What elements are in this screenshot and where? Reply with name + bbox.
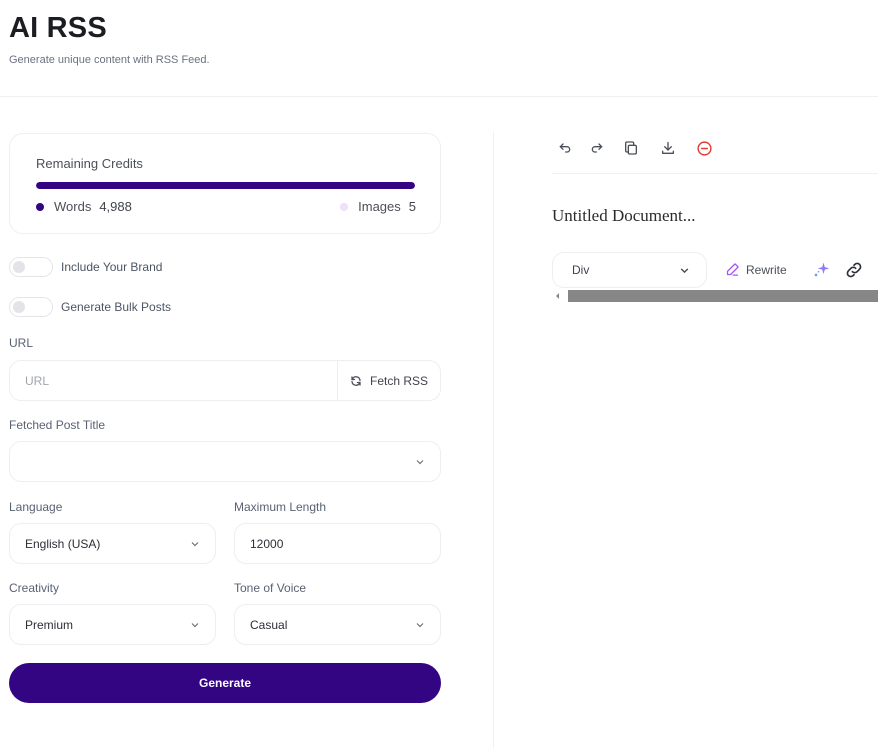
words-legend: Words 4,988 [36, 199, 132, 214]
bulk-posts-label: Generate Bulk Posts [61, 300, 172, 314]
block-type-value: Div [572, 263, 590, 277]
chevron-down-icon [680, 267, 689, 273]
url-input[interactable] [10, 361, 337, 400]
toggle-knob [13, 301, 25, 313]
refresh-icon [351, 375, 361, 386]
images-label: Images [358, 199, 401, 214]
document-title[interactable]: Untitled Document... [552, 206, 696, 226]
language-select[interactable]: English (USA) [9, 523, 216, 564]
chevron-down-icon [416, 622, 424, 627]
fetched-post-title-label: Fetched Post Title [9, 418, 106, 432]
language-label: Language [9, 500, 63, 514]
chevron-down-icon [416, 459, 424, 464]
include-brand-label: Include Your Brand [61, 260, 163, 274]
tone-value: Casual [250, 617, 288, 632]
creativity-label: Creativity [9, 581, 60, 595]
ai-sparkle-button[interactable] [811, 260, 831, 280]
delete-icon[interactable] [695, 139, 713, 157]
credits-title: Remaining Credits [36, 156, 143, 171]
creativity-select[interactable]: Premium [9, 604, 216, 645]
scroll-left-arrow-icon[interactable] [556, 293, 559, 299]
download-icon[interactable] [659, 139, 677, 157]
images-value: 5 [408, 199, 416, 214]
rewrite-label: Rewrite [746, 262, 787, 277]
tone-label: Tone of Voice [234, 581, 307, 595]
pencil-icon [726, 263, 739, 276]
images-dot-icon [340, 202, 349, 211]
remaining-credits-card: Remaining Credits Words 4,988 Images 5 [9, 133, 441, 234]
undo-icon[interactable] [556, 139, 574, 157]
max-length-label: Maximum Length [234, 500, 327, 514]
bulk-posts-row: Generate Bulk Posts [9, 297, 171, 317]
page-title: AI RSS [9, 12, 107, 44]
max-length-value: 12000 [250, 536, 284, 551]
horizontal-scrollbar[interactable] [556, 290, 878, 302]
block-type-select[interactable]: Div [552, 252, 707, 288]
credits-legend: Words 4,988 Images 5 [36, 199, 416, 217]
fetched-post-title-select[interactable] [9, 441, 441, 482]
fetch-rss-button[interactable]: Fetch RSS [337, 361, 440, 400]
toggle-knob [13, 261, 25, 273]
generate-button[interactable]: Generate [9, 663, 441, 703]
panel-divider [493, 132, 494, 748]
link-button[interactable] [844, 260, 864, 280]
tone-select[interactable]: Casual [234, 604, 441, 645]
url-input-group: Fetch RSS [9, 360, 441, 401]
words-dot-icon [36, 202, 44, 211]
credits-progress-fill [36, 182, 415, 189]
bulk-posts-toggle[interactable] [9, 297, 53, 317]
editor-toolbar [552, 136, 878, 174]
page-header: AI RSS Generate unique content with RSS … [0, 0, 878, 97]
url-label: URL [9, 336, 34, 350]
images-legend: Images 5 [340, 199, 416, 214]
rewrite-button[interactable]: Rewrite [725, 262, 787, 277]
scrollbar-thumb[interactable] [568, 290, 878, 302]
language-value: English (USA) [25, 536, 101, 551]
sparkle-icon [814, 262, 830, 277]
copy-icon[interactable] [622, 139, 640, 157]
include-brand-toggle[interactable] [9, 257, 53, 277]
redo-icon[interactable] [588, 139, 606, 157]
fetch-rss-label: Fetch RSS [369, 373, 429, 388]
page-subtitle: Generate unique content with RSS Feed. [9, 54, 210, 66]
words-value: 4,988 [99, 199, 132, 214]
chevron-down-icon [191, 622, 199, 627]
credits-progress-bar [36, 182, 415, 189]
words-label: Words [54, 199, 92, 214]
chevron-down-icon [191, 541, 199, 546]
generate-label: Generate [198, 676, 252, 690]
max-length-input[interactable]: 12000 [234, 523, 441, 564]
link-icon [846, 262, 862, 278]
creativity-value: Premium [25, 617, 74, 632]
include-brand-row: Include Your Brand [9, 257, 162, 277]
